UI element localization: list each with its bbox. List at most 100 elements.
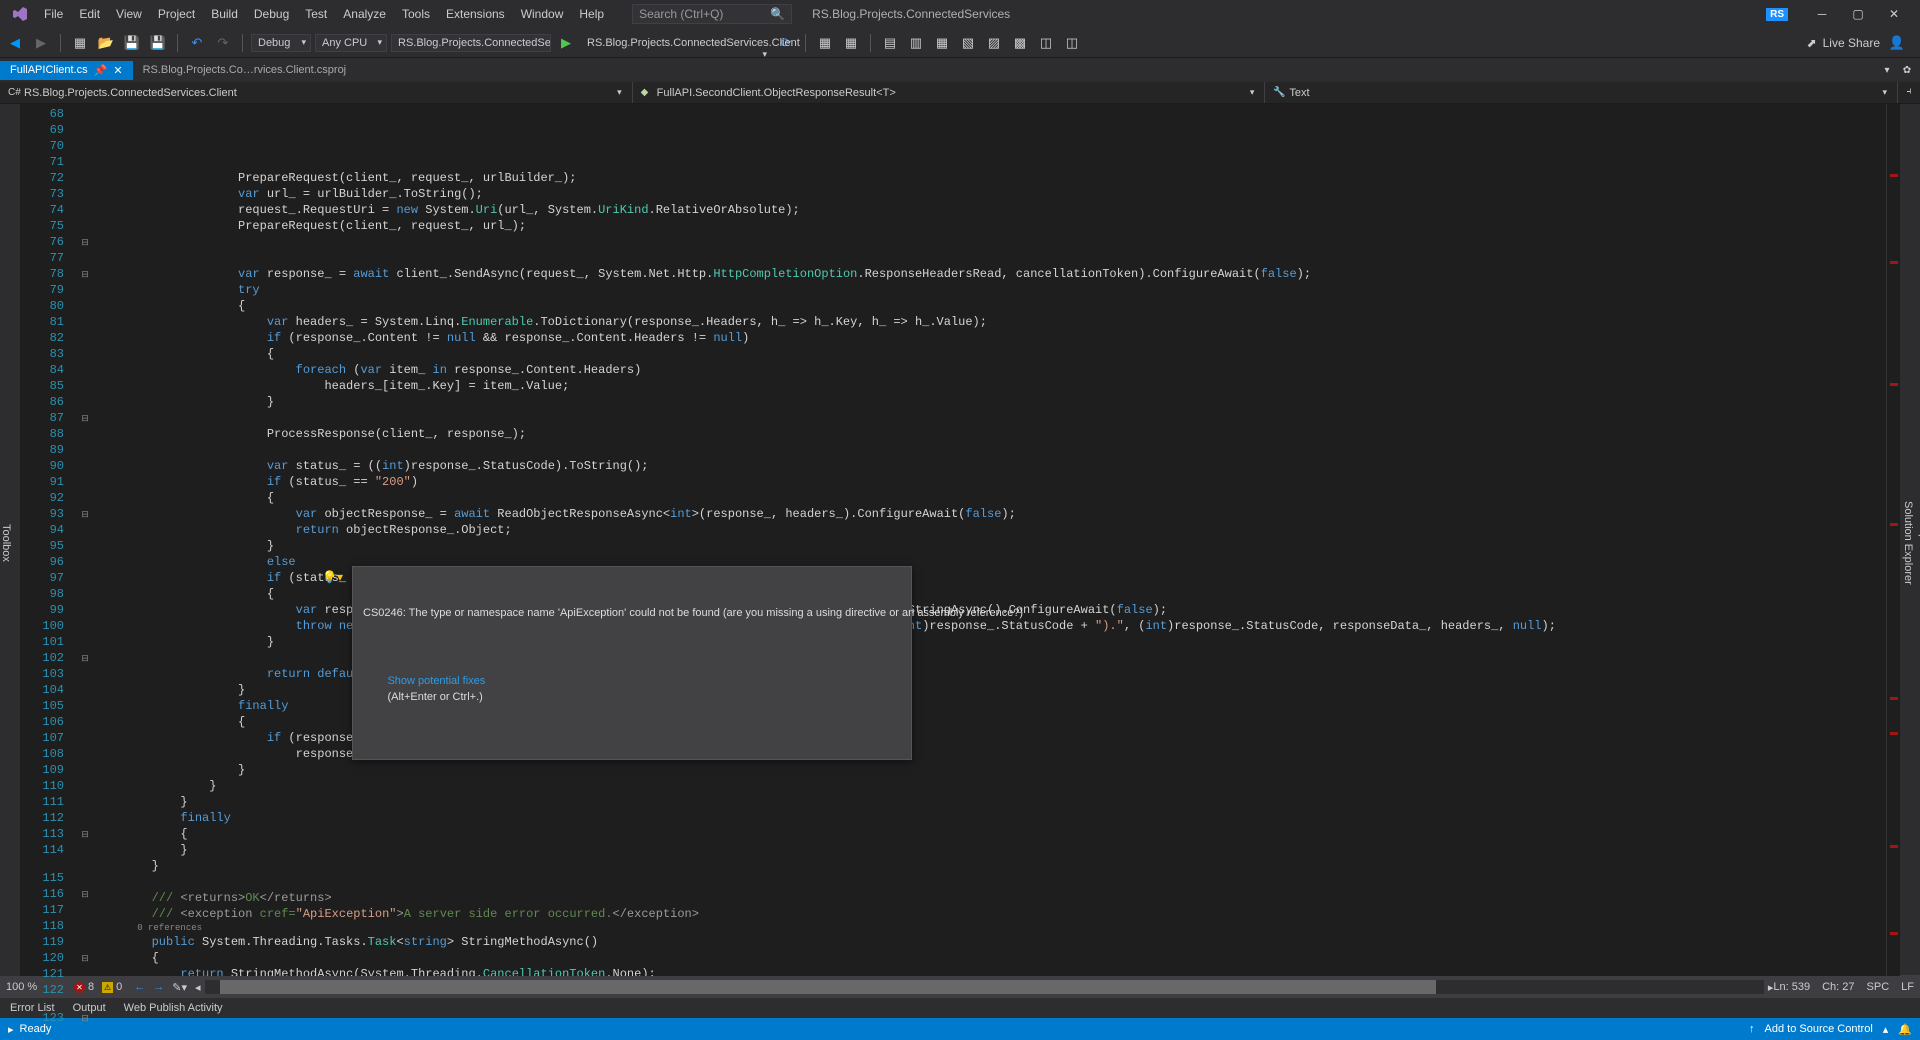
bottom-tab-error-list[interactable]: Error List bbox=[10, 1002, 55, 1014]
code-line[interactable]: try bbox=[94, 282, 1886, 298]
tb-icon-8[interactable]: ▩ bbox=[1009, 32, 1031, 54]
menu-extensions[interactable]: Extensions bbox=[438, 3, 513, 25]
tb-icon-1[interactable]: ▦ bbox=[814, 32, 836, 54]
error-count[interactable]: ✕ 8 bbox=[74, 981, 94, 993]
pane-properties[interactable]: Properties bbox=[1916, 110, 1920, 976]
fold-toggle[interactable]: ⊟ bbox=[76, 950, 94, 966]
tb-icon-2[interactable]: ▦ bbox=[840, 32, 862, 54]
code-line[interactable]: var headers_ = System.Linq.Enumerable.To… bbox=[94, 314, 1886, 330]
code-line[interactable]: /// <exception cref="ApiException">A ser… bbox=[94, 906, 1886, 922]
config-dropdown[interactable]: Debug bbox=[251, 34, 311, 52]
zoom-dropdown[interactable]: 100 % bbox=[6, 981, 66, 993]
menu-tools[interactable]: Tools bbox=[394, 3, 438, 25]
nav-fwd-button[interactable]: ▶ bbox=[30, 32, 52, 54]
start-button[interactable]: ▶ bbox=[555, 32, 577, 54]
search-input[interactable]: Search (Ctrl+Q) 🔍 bbox=[632, 4, 792, 24]
fold-toggle[interactable]: ⊟ bbox=[76, 410, 94, 426]
scrollbar-thumb[interactable] bbox=[220, 980, 1436, 994]
overview-ruler[interactable] bbox=[1886, 104, 1900, 976]
next-issue-icon[interactable]: → bbox=[153, 981, 164, 994]
scroll-left-icon[interactable]: ◂ bbox=[195, 981, 201, 994]
code-line[interactable]: } bbox=[94, 762, 1886, 778]
minimize-button[interactable]: ─ bbox=[1808, 4, 1836, 24]
menu-view[interactable]: View bbox=[108, 3, 150, 25]
warning-count[interactable]: ⚠ 0 bbox=[102, 981, 122, 993]
code-line[interactable]: var response_ = await client_.SendAsync(… bbox=[94, 266, 1886, 282]
redo-icon[interactable]: ↷ bbox=[212, 32, 234, 54]
code-line[interactable] bbox=[94, 874, 1886, 890]
code-line[interactable]: request_.RequestUri = new System.Uri(url… bbox=[94, 202, 1886, 218]
menu-file[interactable]: File bbox=[36, 3, 71, 25]
nav-type[interactable]: ◆ FullAPI.SecondClient.ObjectResponseRes… bbox=[633, 82, 1266, 103]
spc-indicator[interactable]: SPC bbox=[1867, 981, 1890, 993]
code-line[interactable]: if (response_.Content != null && respons… bbox=[94, 330, 1886, 346]
fold-toggle[interactable]: ⊟ bbox=[76, 506, 94, 522]
code-line[interactable] bbox=[94, 410, 1886, 426]
nav-project[interactable]: C# RS.Blog.Projects.ConnectedServices.Cl… bbox=[0, 82, 633, 103]
publish-icon[interactable]: ↑ bbox=[1749, 1023, 1755, 1035]
code-line[interactable]: var url_ = urlBuilder_.ToString(); bbox=[94, 186, 1886, 202]
code-line[interactable]: { bbox=[94, 950, 1886, 966]
pen-icon[interactable]: ✎▾ bbox=[172, 981, 187, 994]
lightbulb-icon[interactable]: 💡▾ bbox=[322, 570, 343, 586]
feedback-icon[interactable]: 👤 bbox=[1886, 32, 1908, 54]
tab-inactive[interactable]: RS.Blog.Projects.Co…rvices.Client.csproj bbox=[133, 61, 357, 79]
col-indicator[interactable]: Ch: 27 bbox=[1822, 981, 1854, 993]
new-project-icon[interactable]: ▦ bbox=[69, 32, 91, 54]
code-line[interactable]: ProcessResponse(client_, response_); bbox=[94, 426, 1886, 442]
user-badge[interactable]: RS bbox=[1766, 8, 1788, 21]
line-indicator[interactable]: Ln: 539 bbox=[1773, 981, 1810, 993]
code-line[interactable]: PrepareRequest(client_, request_, url_); bbox=[94, 218, 1886, 234]
code-line[interactable]: finally bbox=[94, 810, 1886, 826]
nav-back-button[interactable]: ◀ bbox=[4, 32, 26, 54]
split-icon[interactable]: ⫞ bbox=[1898, 82, 1920, 100]
tb-icon-5[interactable]: ▦ bbox=[931, 32, 953, 54]
prev-issue-icon[interactable]: ← bbox=[134, 981, 145, 994]
code-line[interactable]: public System.Threading.Tasks.Task<strin… bbox=[94, 934, 1886, 950]
code-line[interactable]: } bbox=[94, 842, 1886, 858]
code-line[interactable]: { bbox=[94, 490, 1886, 506]
code-line[interactable]: { bbox=[94, 826, 1886, 842]
codelens[interactable]: 0 references bbox=[94, 922, 1886, 934]
menu-test[interactable]: Test bbox=[297, 3, 335, 25]
nav-member[interactable]: 🔧 Text ▾ bbox=[1265, 82, 1898, 103]
toolbox-pane-tab[interactable]: Toolbox bbox=[0, 104, 20, 976]
tb-icon-10[interactable]: ◫ bbox=[1061, 32, 1083, 54]
tb-icon-9[interactable]: ◫ bbox=[1035, 32, 1057, 54]
code-line[interactable] bbox=[94, 250, 1886, 266]
code-line[interactable]: if (status_ == "200") bbox=[94, 474, 1886, 490]
pin-icon[interactable]: 📌 bbox=[94, 64, 108, 77]
code-line[interactable]: return StringMethodAsync(System.Threadin… bbox=[94, 966, 1886, 976]
close-button[interactable]: ✕ bbox=[1880, 4, 1908, 24]
code-line[interactable]: var objectResponse_ = await ReadObjectRe… bbox=[94, 506, 1886, 522]
tb-icon-4[interactable]: ▥ bbox=[905, 32, 927, 54]
liveshare-button[interactable]: Live Share bbox=[1823, 36, 1880, 50]
menu-window[interactable]: Window bbox=[513, 3, 572, 25]
code-line[interactable]: } bbox=[94, 858, 1886, 874]
fold-toggle[interactable]: ⊟ bbox=[76, 826, 94, 842]
tab-active[interactable]: FullAPIClient.cs 📌 ✕ bbox=[0, 61, 133, 80]
menu-analyze[interactable]: Analyze bbox=[335, 3, 394, 25]
code-editor[interactable]: 💡▾ CS0246: The type or namespace name 'A… bbox=[94, 104, 1886, 976]
code-line[interactable] bbox=[94, 442, 1886, 458]
tab-overflow-icon[interactable]: ▾ bbox=[1878, 61, 1896, 79]
tb-icon-6[interactable]: ▧ bbox=[957, 32, 979, 54]
bottom-tab-web-publish-activity[interactable]: Web Publish Activity bbox=[124, 1002, 223, 1014]
source-control-button[interactable]: Add to Source Control bbox=[1765, 1023, 1873, 1035]
show-fixes-link[interactable]: Show potential fixes bbox=[387, 675, 485, 687]
fold-toggle[interactable]: ⊟ bbox=[76, 266, 94, 282]
menu-project[interactable]: Project bbox=[150, 3, 203, 25]
bottom-tab-output[interactable]: Output bbox=[73, 1002, 106, 1014]
save-icon[interactable]: 💾 bbox=[121, 32, 143, 54]
code-line[interactable]: } bbox=[94, 394, 1886, 410]
menu-edit[interactable]: Edit bbox=[71, 3, 108, 25]
chevron-up-icon[interactable]: ▴ bbox=[1883, 1023, 1889, 1036]
horizontal-scrollbar[interactable] bbox=[205, 980, 1764, 994]
code-line[interactable] bbox=[94, 234, 1886, 250]
notifications-icon[interactable]: 🔔 bbox=[1898, 1023, 1912, 1036]
menu-help[interactable]: Help bbox=[571, 3, 612, 25]
tab-settings-icon[interactable]: ✿ bbox=[1898, 61, 1916, 79]
save-all-icon[interactable]: 💾 bbox=[147, 32, 169, 54]
startup-dropdown[interactable]: RS.Blog.Projects.ConnectedService bbox=[391, 34, 551, 52]
code-line[interactable]: headers_[item_.Key] = item_.Value; bbox=[94, 378, 1886, 394]
